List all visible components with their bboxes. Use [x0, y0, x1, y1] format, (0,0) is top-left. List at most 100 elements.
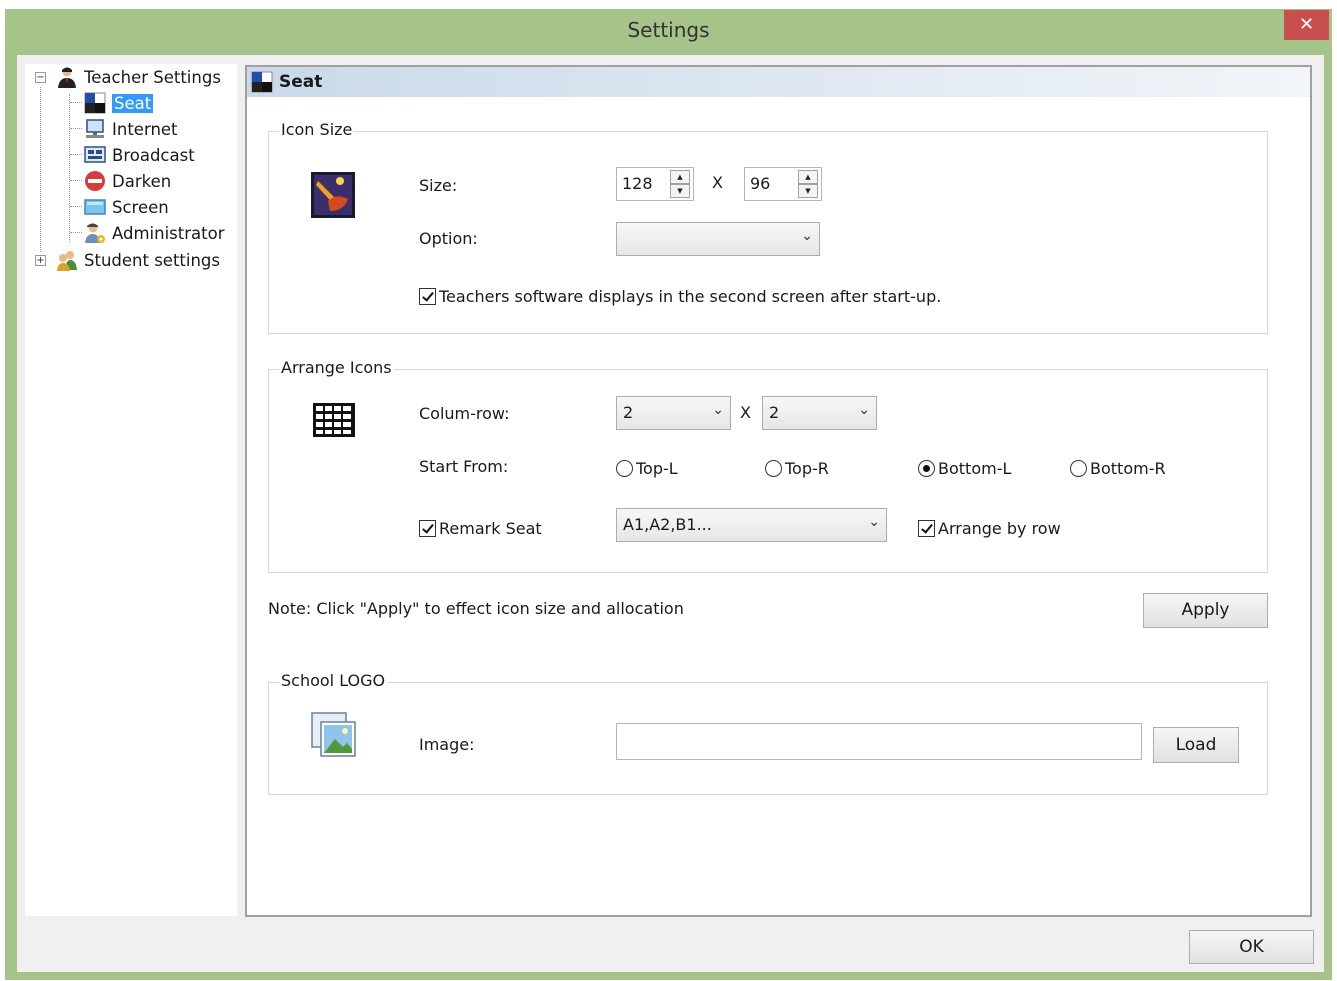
tree-item-administrator[interactable]: Administrator [84, 221, 224, 245]
icon-size-group: Icon Size Size: 128 ▲ ▼ X 96 ▲ ▼ Option:… [268, 120, 1268, 334]
checkbox-checked-icon [419, 520, 436, 537]
radio-label: Top-L [636, 459, 678, 478]
size-separator: X [712, 173, 723, 192]
image-path-field[interactable] [616, 723, 1142, 760]
tree-label: Internet [112, 119, 178, 139]
spinner-buttons: ▲ ▼ [670, 170, 690, 198]
administrator-icon [84, 222, 106, 244]
radio-bottom-right[interactable]: Bottom-R [1070, 459, 1166, 478]
arrange-by-row-label: Arrange by row [938, 519, 1061, 538]
tree-line [70, 206, 82, 207]
tree-item-internet[interactable]: Internet [84, 117, 178, 141]
expand-toggle-teacher[interactable]: − [35, 72, 46, 83]
arrange-icons-group: Arrange Icons Colum-row: 2 ⌄ X 2 ⌄ Start… [268, 358, 1268, 573]
seat-settings-panel: Seat Icon Size Size: 128 ▲ ▼ X 96 ▲ ▼ Op… [245, 65, 1312, 917]
tree-label: Screen [112, 197, 169, 217]
checkbox-checked-icon [419, 288, 436, 305]
stop-icon [84, 170, 106, 192]
seat-icon [84, 92, 106, 114]
radio-unselected-icon [616, 460, 633, 477]
columns-dropdown[interactable]: 2 ⌄ [616, 396, 731, 430]
tree-line [40, 87, 41, 252]
screen-icon [84, 196, 106, 218]
settings-tree: − Teacher Settings Seat Internet Broadca… [25, 64, 237, 916]
radio-unselected-icon [1070, 460, 1087, 477]
tree-item-teacher-settings[interactable]: Teacher Settings [56, 65, 221, 89]
title-bar: Settings ✕ [5, 9, 1332, 55]
width-spinner[interactable]: 128 ▲ ▼ [616, 167, 694, 201]
rows-value: 2 [769, 403, 780, 422]
increment-icon[interactable]: ▲ [798, 170, 818, 184]
tree-label: Seat [112, 93, 154, 113]
dialog-body: − Teacher Settings Seat Internet Broadca… [17, 55, 1324, 972]
tree-item-broadcast[interactable]: Broadcast [84, 143, 195, 167]
radio-bottom-left[interactable]: Bottom-L [918, 459, 1011, 478]
second-screen-checkbox[interactable]: Teachers software displays in the second… [419, 287, 941, 306]
image-label: Image: [419, 735, 475, 754]
remark-format-dropdown[interactable]: A1,A2,B1... ⌄ [616, 508, 887, 542]
close-button[interactable]: ✕ [1284, 10, 1329, 40]
remark-seat-label: Remark Seat [439, 519, 542, 538]
size-label: Size: [419, 176, 458, 195]
settings-window: Settings ✕ − Teacher Settings Seat Inter… [5, 9, 1332, 980]
option-label: Option: [419, 229, 478, 248]
width-value: 128 [622, 174, 653, 193]
apply-button[interactable]: Apply [1143, 593, 1268, 628]
increment-icon[interactable]: ▲ [670, 170, 690, 184]
group-legend: Arrange Icons [279, 358, 394, 377]
height-spinner[interactable]: 96 ▲ ▼ [744, 167, 822, 201]
second-screen-label: Teachers software displays in the second… [439, 287, 942, 306]
load-button[interactable]: Load [1153, 727, 1239, 763]
radio-label: Bottom-R [1090, 459, 1166, 478]
checkbox-checked-icon [918, 520, 935, 537]
tree-label: Administrator [112, 223, 225, 243]
radio-selected-icon [918, 460, 935, 477]
tree-line [70, 128, 82, 129]
radio-label: Bottom-L [938, 459, 1012, 478]
monitor-icon [310, 171, 356, 223]
seat-icon [251, 71, 273, 93]
decrement-icon[interactable]: ▼ [798, 184, 818, 198]
tree-item-darken[interactable]: Darken [84, 169, 171, 193]
radio-top-left[interactable]: Top-L [616, 459, 678, 478]
tree-line [70, 102, 82, 103]
decrement-icon[interactable]: ▼ [670, 184, 690, 198]
group-legend: Icon Size [279, 120, 355, 139]
tree-line [70, 154, 82, 155]
group-legend: School LOGO [279, 671, 388, 690]
apply-note: Note: Click "Apply" to effect icon size … [268, 599, 684, 618]
panel-header: Seat [247, 67, 1310, 97]
teacher-icon [56, 66, 78, 88]
remark-format-value: A1,A2,B1... [623, 515, 712, 534]
tree-line [70, 232, 82, 233]
option-dropdown[interactable]: ⌄ [616, 222, 820, 256]
grid-icon [313, 403, 355, 441]
tree-item-screen[interactable]: Screen [84, 195, 169, 219]
start-from-label: Start From: [419, 457, 509, 476]
window-title: Settings [627, 18, 710, 42]
ok-button[interactable]: OK [1189, 930, 1314, 964]
radio-label: Top-R [785, 459, 829, 478]
colum-row-label: Colum-row: [419, 404, 510, 423]
radio-top-right[interactable]: Top-R [765, 459, 829, 478]
tree-item-seat[interactable]: Seat [84, 91, 154, 115]
arrange-by-row-checkbox[interactable]: Arrange by row [918, 519, 1061, 538]
tree-item-student-settings[interactable]: Student settings [56, 248, 220, 272]
tree-label: Student settings [84, 250, 220, 270]
columns-value: 2 [623, 403, 634, 422]
spinner-buttons: ▲ ▼ [798, 170, 818, 198]
panel-title: Seat [279, 72, 323, 92]
tree-label: Darken [112, 171, 172, 191]
students-icon [56, 249, 78, 271]
rows-dropdown[interactable]: 2 ⌄ [762, 396, 877, 430]
school-logo-group: School LOGO Image: Load [268, 671, 1268, 795]
remark-seat-checkbox[interactable]: Remark Seat [419, 519, 542, 538]
chevron-down-icon: ⌄ [858, 402, 870, 418]
tree-label: Broadcast [112, 145, 195, 165]
broadcast-icon [84, 144, 106, 166]
height-value: 96 [750, 174, 771, 193]
expand-toggle-student[interactable]: + [35, 255, 46, 266]
radio-unselected-icon [765, 460, 782, 477]
chevron-down-icon: ⌄ [801, 228, 813, 244]
tree-line [69, 94, 70, 242]
